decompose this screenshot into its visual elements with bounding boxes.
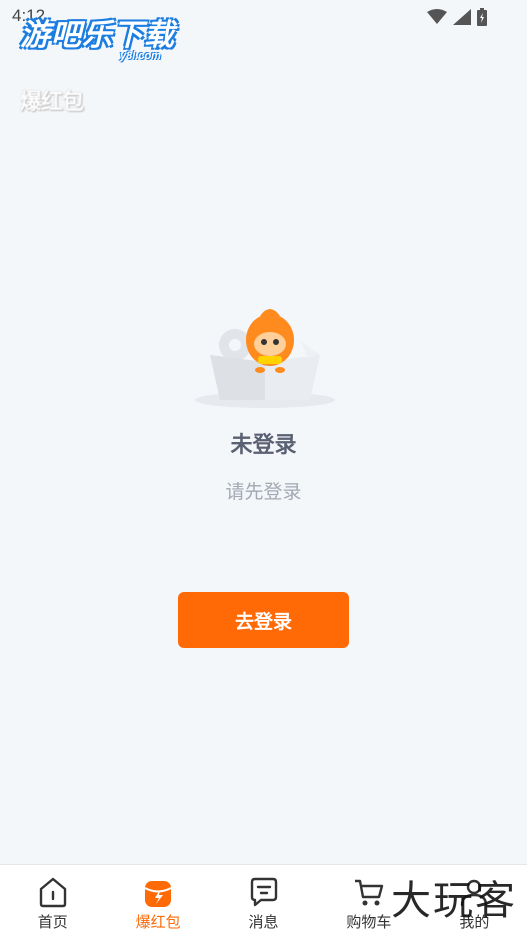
cart-icon <box>352 875 386 909</box>
red-packet-icon <box>141 875 175 909</box>
page-title: 爆红包 <box>20 90 84 115</box>
tab-home-label: 首页 <box>37 913 68 931</box>
watermark-logo: 游吧乐下载 y8l.com <box>20 18 175 62</box>
status-icons <box>427 8 487 26</box>
home-icon <box>36 875 70 909</box>
tab-red-packet[interactable]: 爆红包 <box>105 865 210 938</box>
battery-icon <box>477 8 487 26</box>
empty-state-title: 未登录 <box>230 433 297 458</box>
go-login-button[interactable]: 去登录 <box>178 592 349 648</box>
wifi-icon <box>427 9 447 24</box>
tab-messages[interactable]: 消息 <box>211 865 316 938</box>
message-icon <box>247 875 281 909</box>
signal-icon <box>453 9 471 25</box>
empty-state-illustration <box>190 300 340 410</box>
tab-home[interactable]: 首页 <box>0 865 105 938</box>
tab-messages-label: 消息 <box>248 913 279 931</box>
tab-cart-label: 购物车 <box>346 913 392 931</box>
watermark-domain: y8l.com <box>120 50 161 62</box>
watermark-brand: 游吧乐下载 <box>20 18 175 53</box>
tab-red-packet-label: 爆红包 <box>135 913 181 931</box>
corner-watermark: 大玩客 <box>391 878 517 924</box>
empty-state-subtitle: 请先登录 <box>225 481 302 503</box>
